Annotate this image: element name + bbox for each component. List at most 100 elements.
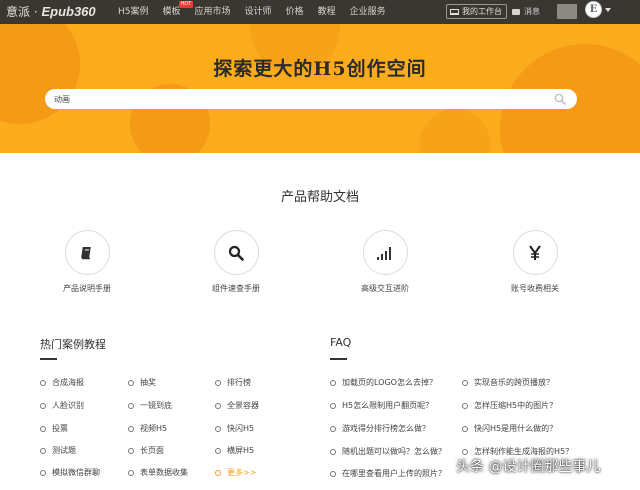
search-icon[interactable] [554,93,566,105]
case-link-label: 一镜到底 [140,401,172,410]
case-link-label: 抽奖 [140,378,156,387]
more-cases-link[interactable]: 更多>> [215,467,256,478]
case-link[interactable]: 人脸识别 [40,400,84,411]
faq-link-label: 随机出题可以做吗？怎么做？ [342,447,446,456]
faq-link-label: 快闪H5是用什么做的？ [474,424,558,433]
faq-section-title: FAQ [330,336,352,349]
messages-link[interactable]: 消息 [512,5,540,18]
feature-advanced-interaction[interactable]: 高级交互进阶 [340,230,430,294]
case-link-label: 快闪H5 [227,424,255,433]
feature-circle [213,230,259,275]
circle-bullet-icon [215,402,221,409]
section-divider [330,358,347,360]
username-block[interactable] [557,4,577,19]
faq-link-label: 加载页的LOGO怎么去掉？ [342,378,437,387]
search-input[interactable] [54,89,534,109]
circle-bullet-icon [462,425,468,432]
case-link[interactable]: 长页面 [128,445,164,456]
case-link[interactable]: 抽奖 [128,377,156,388]
faq-link[interactable]: 游戏得分排行榜怎么做？ [330,423,430,434]
faq-link-label: 实现音乐的跨页播放？ [474,378,554,387]
monitor-icon [450,8,459,15]
faq-link[interactable]: 快闪H5是用什么做的？ [462,423,557,434]
nav-item-templates-label: 模板 [162,7,181,17]
circle-bullet-icon [330,425,336,432]
circle-bullet-icon [330,470,336,477]
help-section-title: 产品帮助文档 [280,190,359,205]
hot-badge: HOT [178,1,194,8]
faq-link-label: 在哪里查看用户上传的照片？ [342,469,446,478]
faq-link[interactable]: 在哪里查看用户上传的照片？ [330,468,446,479]
caret-down-icon[interactable] [605,8,611,12]
case-link-label: 视频H5 [140,424,168,433]
nav-item-cases[interactable]: H5案例 [118,0,149,24]
case-link[interactable]: 排行榜 [215,377,251,388]
feature-label: 产品说明手册 [63,284,111,293]
feature-product-manual[interactable]: 产品说明手册 [42,230,132,294]
circle-bullet-icon [128,425,134,432]
case-link[interactable]: 全景容器 [215,400,259,411]
nav-item-tutorials[interactable]: 教程 [318,0,336,24]
circle-bullet-icon [40,402,46,409]
messages-label: 消息 [524,7,540,16]
faq-link[interactable]: 加载页的LOGO怎么去掉？ [330,377,437,388]
workspace-button[interactable]: 我的工作台 [446,4,507,19]
feature-label: 高级交互进阶 [361,284,409,293]
case-link[interactable]: 横屏H5 [215,445,254,456]
circle-bullet-icon [215,469,221,476]
faq-link-label: H5怎么限制用户翻页呢？ [342,401,434,410]
feature-circle [362,230,408,275]
circle-bullet-icon [462,448,468,455]
case-link[interactable]: 测试题 [40,445,76,456]
faq-link[interactable]: 实现音乐的跨页播放？ [462,377,554,388]
cases-section-title: 热门案例教程 [40,338,106,351]
case-link-label: 投票 [52,424,68,433]
circle-bullet-icon [462,402,468,409]
workspace-label: 我的工作台 [462,7,502,16]
decorative-circle [420,109,490,153]
feature-label: 账号收费相关 [511,284,559,293]
circle-bullet-icon [128,379,134,386]
case-link-label: 横屏H5 [227,446,255,455]
case-link[interactable]: 视频H5 [128,423,167,434]
case-link[interactable]: 投票 [40,423,68,434]
circle-bullet-icon [215,379,221,386]
circle-bullet-icon [128,447,134,454]
more-cases-label: 更多>> [227,468,257,477]
case-link[interactable]: 一镜到底 [128,400,172,411]
case-link[interactable]: 模拟微信群聊 [40,467,100,478]
case-link[interactable]: 合成海报 [40,377,84,388]
nav-item-templates[interactable]: 模板 HOT [162,0,194,24]
nav-item-designers[interactable]: 设计师 [245,0,272,24]
case-link[interactable]: 表单数据收集 [128,467,188,478]
logo-brand: Epub360 [41,4,96,19]
case-link-label: 人脸识别 [52,401,84,410]
hero-title: 探索更大的H5创作空间 [213,58,427,80]
yen-icon [529,244,541,260]
case-link-label: 表单数据收集 [140,468,188,477]
faq-link[interactable]: 随机出题可以做吗？怎么做？ [330,446,446,457]
case-link-label: 长页面 [140,446,164,455]
nav-item-enterprise[interactable]: 企业服务 [350,0,386,24]
nav-item-pricing[interactable]: 价格 [286,0,304,24]
avatar[interactable]: E [585,1,602,18]
hero-banner: 探索更大的H5创作空间 [0,24,640,153]
mail-icon [512,8,520,15]
feature-component-handbook[interactable]: 组件速查手册 [191,230,281,294]
circle-bullet-icon [40,469,46,476]
logo[interactable]: 意派 · Epub360 [6,3,96,21]
faq-link[interactable]: 怎样压缩H5中的图片？ [462,400,557,411]
faq-link[interactable]: H5怎么限制用户翻页呢？ [330,400,433,411]
circle-bullet-icon [128,469,134,476]
circle-bullet-icon [215,425,221,432]
main-nav: H5案例 模板 HOT 应用市场 设计师 价格 教程 企业服务 [118,0,400,24]
circle-bullet-icon [128,402,134,409]
search-icon [228,245,244,261]
nav-item-app-market[interactable]: 应用市场 [195,0,231,24]
case-link[interactable]: 快闪H5 [215,423,254,434]
feature-account-billing[interactable]: 账号收费相关 [490,230,580,294]
circle-bullet-icon [40,447,46,454]
circle-bullet-icon [330,448,336,455]
faq-link-label: 怎样压缩H5中的图片？ [474,401,558,410]
feature-circle [64,230,110,275]
